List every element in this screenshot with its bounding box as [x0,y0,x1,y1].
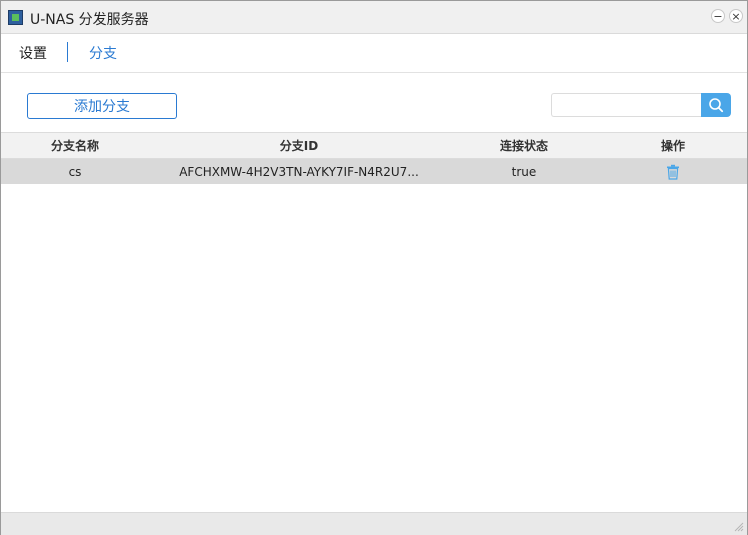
app-window: U-NAS 分发服务器 − × 设置 分支 添加分支 分支名称 分支ID 连接状… [0,0,748,535]
close-button[interactable]: × [729,9,743,23]
close-icon: × [731,9,741,23]
column-header-status[interactable]: 连接状态 [449,133,599,158]
app-logo-icon [8,10,23,25]
tab-settings[interactable]: 设置 [19,43,47,63]
connection-status-cell: true [511,164,537,179]
resize-grip-icon[interactable] [732,520,744,532]
action-cell [599,159,747,184]
trash-icon [667,164,679,180]
nav-divider [67,42,68,62]
window-title: U-NAS 分发服务器 [30,12,149,28]
column-header-action: 操作 [660,139,685,153]
add-branch-button[interactable]: 添加分支 [27,93,177,119]
branch-name-cell: cs [68,164,82,179]
column-header-id[interactable]: 分支ID [149,133,449,158]
branch-table: 分支名称 分支ID 连接状态 操作 cs AFCHXMW-4H2V3TN-AYK… [1,132,747,184]
search-button[interactable] [701,93,731,117]
minimize-icon: − [713,9,723,23]
search-input[interactable] [551,93,701,117]
branch-id-cell: AFCHXMW-4H2V3TN-AYKY7IF-N4R2U7... [149,159,449,184]
title-bar[interactable]: U-NAS 分发服务器 − × [1,1,747,34]
column-header-name[interactable]: 分支名称 [1,133,149,158]
delete-button[interactable] [666,164,680,180]
minimize-button[interactable]: − [711,9,725,23]
tab-branch[interactable]: 分支 [89,43,117,63]
table-header: 分支名称 分支ID 连接状态 操作 [1,132,747,159]
search-icon [709,98,724,113]
table-row[interactable]: cs AFCHXMW-4H2V3TN-AYKY7IF-N4R2U7... tru… [1,159,747,184]
branch-id-text: AFCHXMW-4H2V3TN-AYKY7IF-N4R2U7... [179,164,419,179]
nav-bar: 设置 分支 [1,34,747,73]
status-bar [1,512,747,535]
